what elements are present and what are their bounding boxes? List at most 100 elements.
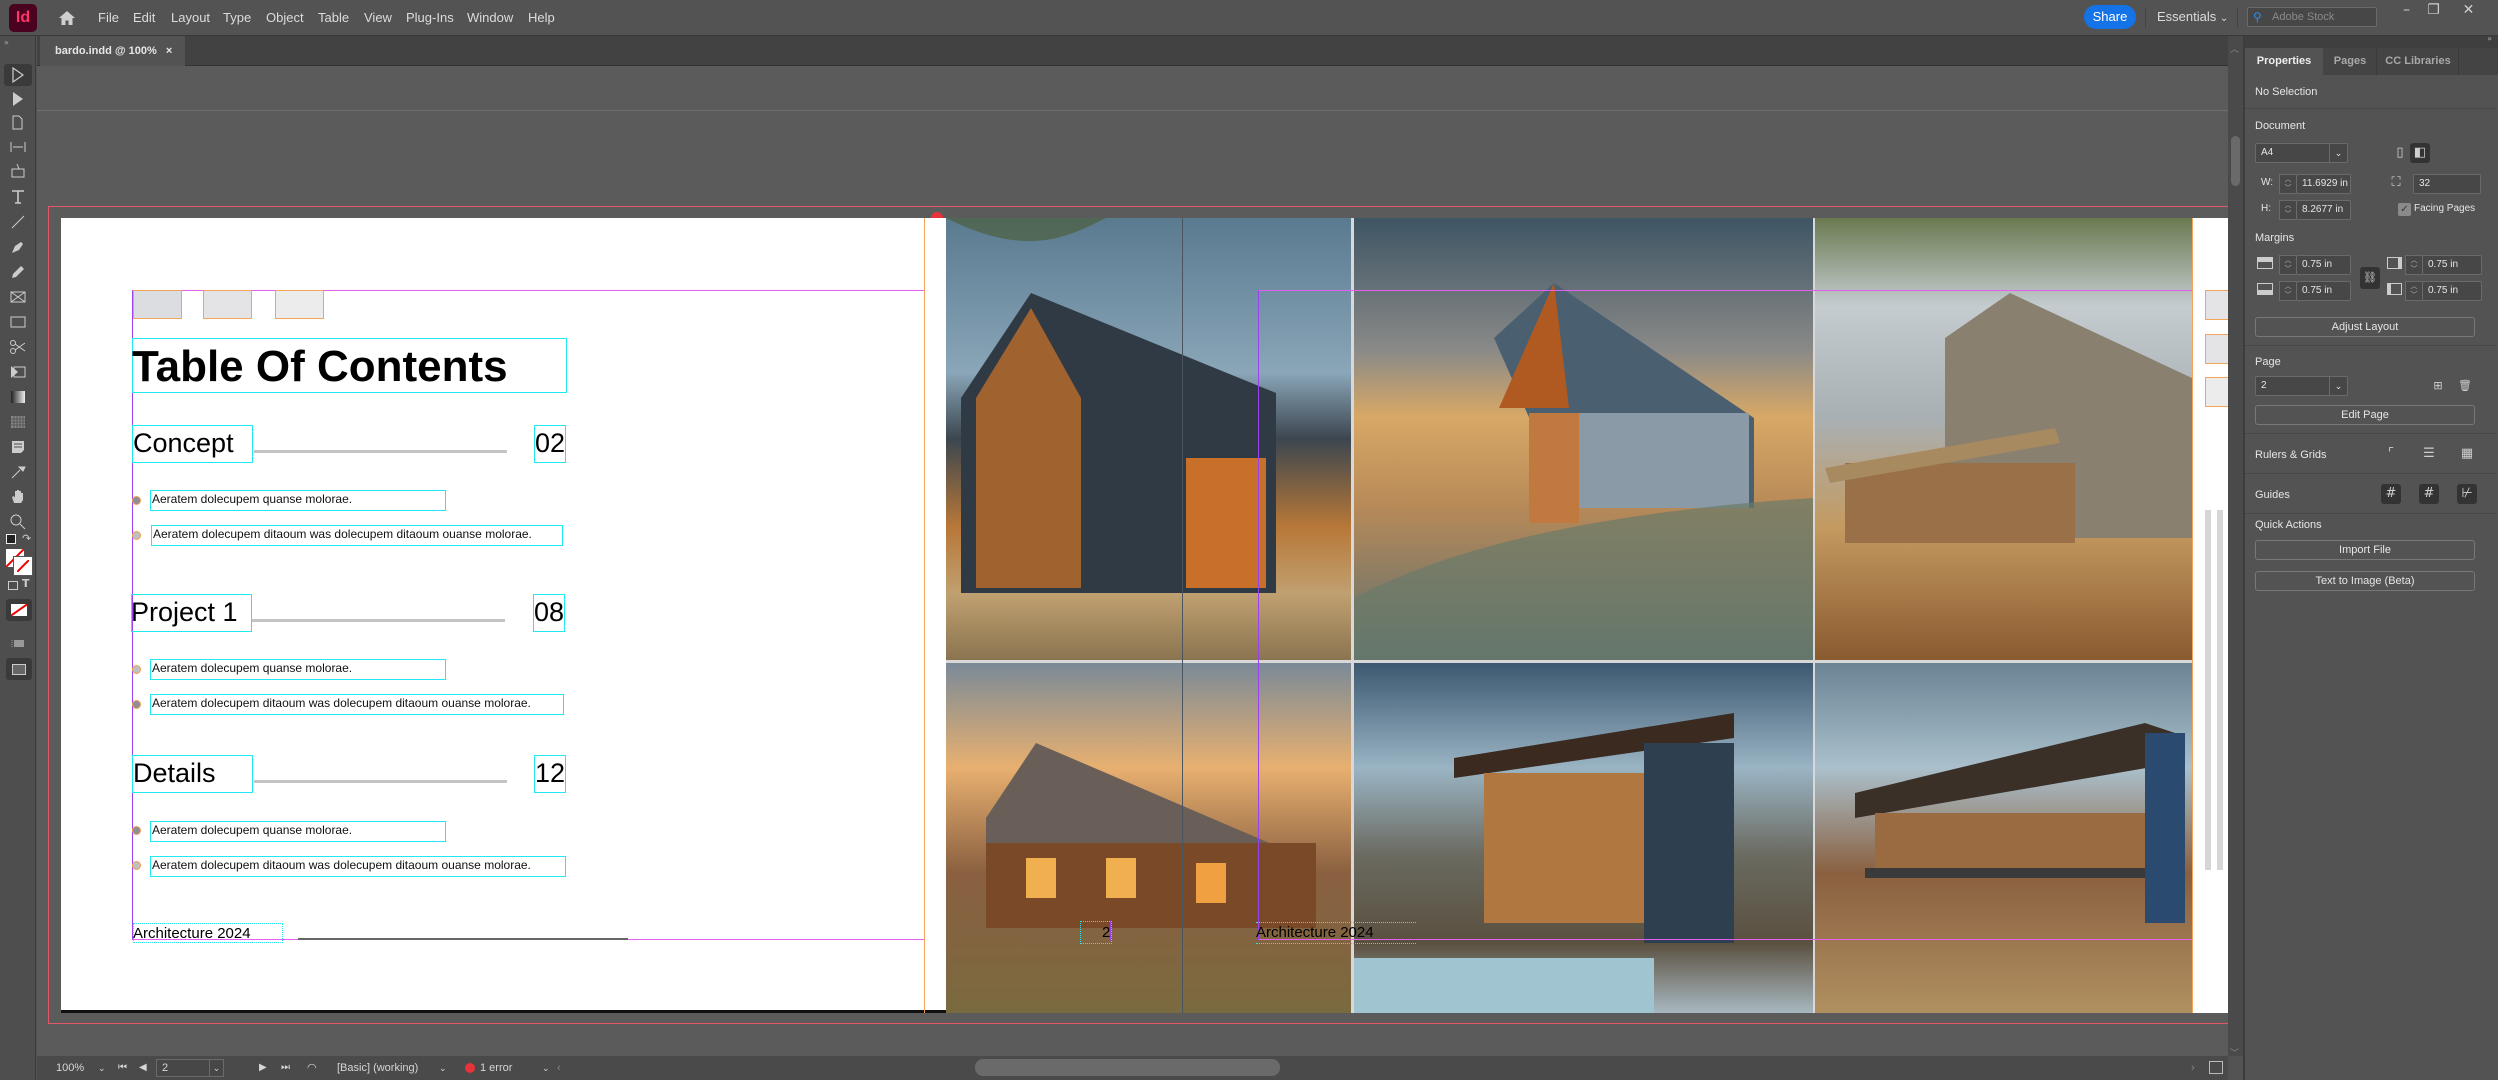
color-swatch[interactable] [2205,334,2228,364]
tab-properties[interactable]: Properties [2245,48,2323,75]
color-swatch[interactable] [133,290,182,319]
content-collector-icon[interactable] [4,160,32,182]
zoom-chevron-icon[interactable]: ⌄ [98,1056,106,1080]
menu-edit[interactable]: Edit [133,0,155,36]
pages-count-field[interactable]: 32 [2413,174,2481,194]
collapse-icon[interactable]: » [4,38,9,47]
scroll-thumb[interactable] [2231,136,2240,186]
color-swatch[interactable] [2205,377,2228,407]
landscape-orientation-icon[interactable]: ◧ [2410,143,2430,163]
margin-outside-field[interactable]: 0.75 in [2422,281,2482,301]
menu-table[interactable]: Table [318,0,349,36]
share-button[interactable]: Share [2084,5,2136,29]
adobe-stock-search[interactable]: ⚲ Adobe Stock [2247,7,2377,27]
tab-pages[interactable]: Pages [2324,48,2377,75]
menu-help[interactable]: Help [528,0,555,36]
add-page-icon[interactable]: ⊞ [2428,376,2448,396]
document-grid-icon[interactable]: ▦ [2457,444,2477,464]
close-tab-icon[interactable]: × [166,45,172,57]
menu-layout[interactable]: Layout [171,0,210,36]
zoom-tool-icon[interactable] [4,511,32,533]
facing-pages-checkbox[interactable]: ✓ [2398,203,2411,216]
scissors-tool-icon[interactable] [4,336,32,358]
color-swatch[interactable] [275,290,324,319]
direct-selection-tool-icon[interactable] [4,88,32,110]
menu-file[interactable]: File [98,0,119,36]
screen-mode-icon[interactable] [4,631,32,653]
last-page-icon[interactable]: ⏭ [281,1056,290,1080]
eyedropper-tool-icon[interactable] [4,461,32,483]
close-window-button[interactable]: ✕ [2455,2,2482,18]
workspace-switcher[interactable]: Essentials ⌄ [2157,5,2228,29]
formatting-text-icon[interactable]: T [22,577,30,590]
formatting-container-icon[interactable] [8,581,18,590]
line-tool-icon[interactable] [4,211,32,233]
width-stepper[interactable]: ︿ ﹀ [2279,174,2296,194]
import-file-button[interactable]: Import File [2255,540,2475,560]
zoom-level[interactable]: 100% [56,1056,84,1080]
scroll-down-icon[interactable]: ﹀ [2230,1046,2239,1059]
edit-page-button[interactable]: Edit Page [2255,405,2475,425]
baseline-grid-icon[interactable]: ☰ [2419,444,2439,464]
previous-page-icon[interactable]: ◀ [139,1056,147,1080]
hand-tool-icon[interactable] [4,486,32,508]
chevron-down-icon[interactable]: ⌄ [439,1056,447,1080]
menu-window[interactable]: Window [467,0,513,36]
scroll-up-icon[interactable]: ︿ [2230,42,2239,55]
adjust-layout-button[interactable]: Adjust Layout [2255,317,2475,337]
rectangle-tool-icon[interactable] [4,311,32,333]
error-count[interactable]: 1 error [480,1056,512,1080]
home-icon[interactable] [58,9,76,27]
link-margins-icon[interactable]: ⛓ [2360,267,2380,289]
menu-object[interactable]: Object [266,0,304,36]
pencil-tool-icon[interactable] [4,261,32,283]
restore-button[interactable]: ❐ [2420,2,2447,18]
free-transform-tool-icon[interactable] [4,361,32,383]
margin-inside-stepper[interactable]: ︿ ﹀ [2405,255,2422,275]
chevron-down-icon[interactable]: ⌄ [542,1056,550,1080]
note-tool-icon[interactable] [4,436,32,458]
split-window-icon[interactable] [2209,1061,2223,1074]
preflight-profile[interactable]: [Basic] (working) [337,1056,418,1080]
rectangle-frame-tool-icon[interactable] [4,286,32,308]
color-swatch[interactable] [2205,290,2228,320]
height-stepper[interactable]: ︿ ﹀ [2279,200,2296,220]
scroll-left-icon[interactable]: ‹ [557,1056,561,1080]
menu-plugins[interactable]: Plug-Ins [406,0,454,36]
smart-guides-icon[interactable]: ⊬ [2457,484,2477,504]
vertical-scrollbar[interactable]: ︿ ﹀ [2228,36,2243,1059]
page-tool-icon[interactable] [4,112,32,134]
apply-none-icon[interactable] [6,599,32,621]
show-guides-icon[interactable]: # [2381,484,2401,504]
gap-tool-icon[interactable] [4,136,32,158]
default-fill-stroke-icon[interactable] [6,534,16,544]
lock-guides-icon[interactable]: # [2419,484,2439,504]
page-select[interactable]: 2 ⌄ [2255,376,2348,396]
text-to-image-button[interactable]: Text to Image (Beta) [2255,571,2475,591]
preview-mode-icon[interactable] [6,658,32,680]
margin-outside-stepper[interactable]: ︿ ﹀ [2405,281,2422,301]
pen-tool-icon[interactable] [4,236,32,258]
width-field[interactable]: 11.6929 in [2296,174,2351,194]
stroke-swatch[interactable] [13,556,33,576]
delete-page-icon[interactable]: 🗑 [2455,376,2475,396]
first-page-icon[interactable]: ⏮ [118,1056,127,1080]
next-page-icon[interactable]: ▶ [259,1056,267,1080]
margin-top-field[interactable]: 0.75 in [2296,255,2351,275]
page-field[interactable]: 2 ⌄ [156,1059,224,1077]
scroll-right-icon[interactable]: › [2191,1056,2195,1080]
margin-inside-field[interactable]: 0.75 in [2422,255,2482,275]
ruler-icon[interactable]: ⌜ [2381,444,2401,464]
tab-cc-libraries[interactable]: CC Libraries [2378,48,2459,75]
horizontal-scroll-thumb[interactable] [975,1059,1280,1076]
color-swatch[interactable] [203,290,252,319]
menu-view[interactable]: View [364,0,392,36]
selection-tool-icon[interactable] [4,64,32,86]
swap-fill-stroke-icon[interactable]: ↷ [22,532,31,545]
gradient-swatch-tool-icon[interactable] [4,386,32,408]
margin-bottom-stepper[interactable]: ︿ ﹀ [2279,281,2296,301]
minimize-button[interactable]: – [2393,2,2420,18]
height-field[interactable]: 8.2677 in [2296,200,2351,220]
type-tool-icon[interactable] [4,186,32,208]
document-preset-select[interactable]: A4 ⌄ [2255,143,2348,163]
